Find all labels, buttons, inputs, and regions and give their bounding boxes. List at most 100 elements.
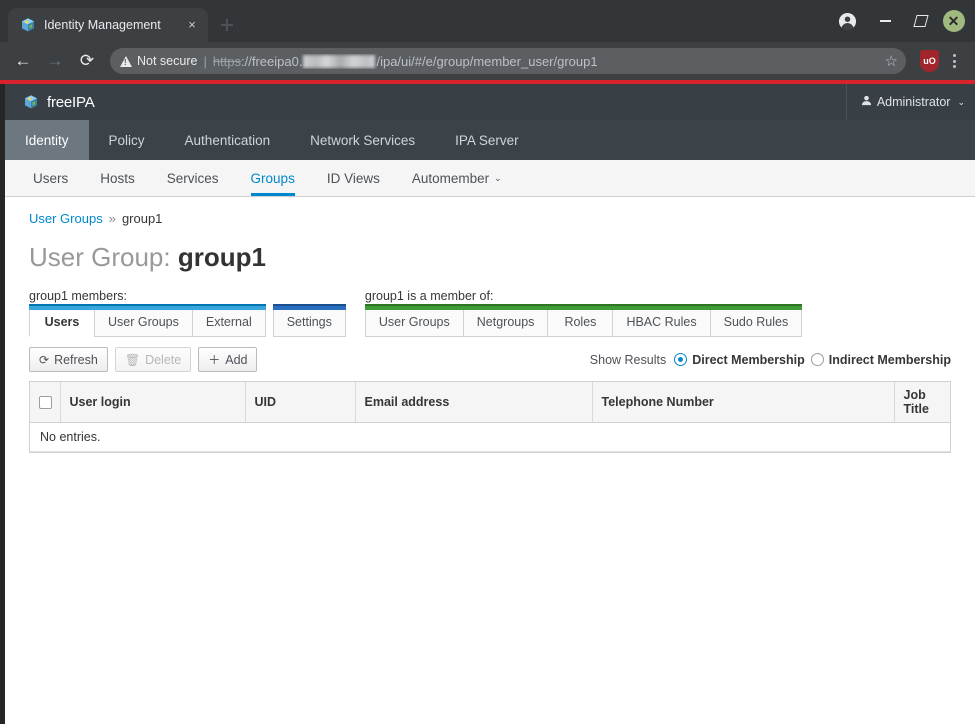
facet-tab-external[interactable]: External <box>191 304 266 337</box>
omnibox-divider: | <box>203 53 207 69</box>
refresh-icon: ⟳ <box>39 352 50 367</box>
show-results-control: Show Results Direct Membership Indirect … <box>590 353 951 367</box>
url-text: https://freeipa0. /ipa/ui/#/e/group/membe… <box>213 54 879 69</box>
facet-tab-settings[interactable]: Settings <box>272 304 347 337</box>
chevron-down-icon: ⌄ <box>957 96 965 107</box>
radio-direct-membership-input[interactable] <box>674 353 688 366</box>
url-redacted-block <box>303 54 376 68</box>
members-tabgroup: Users User Groups External <box>29 304 266 337</box>
settings-tabgroup: Settings <box>272 304 347 337</box>
user-icon <box>861 95 872 109</box>
radio-direct-membership-label: Direct Membership <box>692 352 805 367</box>
profile-avatar-icon[interactable] <box>827 0 867 42</box>
browser-tabstrip: Identity Management × ✕ <box>0 0 975 42</box>
bookmark-star-icon[interactable]: ☆ <box>885 52 900 70</box>
url-scheme: https <box>212 53 242 69</box>
new-tab-button[interactable] <box>212 11 242 39</box>
breadcrumb: User Groups » group1 <box>29 211 951 226</box>
breadcrumb-separator-icon: » <box>108 211 116 226</box>
subnav-item-id-views[interactable]: ID Views <box>311 160 396 196</box>
refresh-button[interactable]: ⟳ Refresh <box>29 347 108 372</box>
primary-nav: Identity Policy Authentication Network S… <box>5 120 975 160</box>
column-header-user-login[interactable]: User login <box>60 382 246 423</box>
nav-item-policy[interactable]: Policy <box>89 120 165 160</box>
browser-tab[interactable]: Identity Management × <box>8 8 208 42</box>
app-logo[interactable]: freeIPA <box>23 94 95 111</box>
table-empty-row: No entries. <box>30 422 950 452</box>
ublock-extension-icon[interactable]: uO <box>920 50 939 72</box>
memberof-tabgroup: User Groups Netgroups Roles HBAC Rules S… <box>364 304 803 337</box>
window-close-button[interactable]: ✕ <box>939 0 975 42</box>
members-facet-label: group1 members: <box>29 289 127 303</box>
window-maximize-button[interactable] <box>903 0 939 42</box>
facet-tab-memberof-roles[interactable]: Roles <box>547 304 614 337</box>
subnav-item-groups[interactable]: Groups <box>235 160 311 196</box>
nav-item-ipa-server[interactable]: IPA Server <box>435 120 539 160</box>
page-content: User Groups » group1 User Group: group1 … <box>5 197 975 453</box>
column-header-email-address[interactable]: Email address <box>355 382 593 423</box>
breadcrumb-link-user-groups[interactable]: User Groups <box>29 211 103 226</box>
column-header-job-title[interactable]: Job Title <box>894 382 950 423</box>
table-header-row: User login UID Email address Telephone N… <box>30 382 950 423</box>
kebab-dot <box>952 65 956 68</box>
browser-toolbar: ← → ⟳ Not secure | https://freeipa0. /ipa… <box>0 42 975 80</box>
column-header-telephone-number[interactable]: Telephone Number <box>592 382 895 423</box>
members-grid: User login UID Email address Telephone N… <box>30 382 950 452</box>
subnav-item-hosts[interactable]: Hosts <box>84 160 151 196</box>
secondary-nav: Users Hosts Services Groups ID Views Aut… <box>5 160 975 197</box>
facet-tab-users[interactable]: Users <box>29 304 95 337</box>
memberof-facet-group: group1 is a member of: User Groups Netgr… <box>364 289 803 337</box>
nav-item-network-services[interactable]: Network Services <box>290 120 435 160</box>
facet-tab-memberof-netgroups[interactable]: Netgroups <box>462 304 549 337</box>
memberof-tabrow: User Groups Netgroups Roles HBAC Rules S… <box>364 304 803 337</box>
reload-button[interactable]: ⟳ <box>72 46 102 76</box>
column-header-uid[interactable]: UID <box>245 382 356 423</box>
facet-tab-memberof-user-groups[interactable]: User Groups <box>364 304 464 337</box>
breadcrumb-current: group1 <box>121 211 163 226</box>
window-minimize-button[interactable] <box>867 0 903 42</box>
delete-button: 🗑 Delete <box>114 347 192 372</box>
radio-indirect-membership-label: Indirect Membership <box>828 352 951 367</box>
delete-button-label: Delete <box>145 352 182 367</box>
back-button[interactable]: ← <box>8 46 38 76</box>
nav-item-authentication[interactable]: Authentication <box>165 120 291 160</box>
radio-direct-membership[interactable]: Direct Membership <box>674 353 805 367</box>
table-body: No entries. <box>30 422 950 452</box>
nav-item-identity[interactable]: Identity <box>5 120 89 160</box>
browser-window: Identity Management × ✕ ← → ⟳ ! Not secu… <box>0 0 975 724</box>
subnav-item-users[interactable]: Users <box>17 160 84 196</box>
facet-tab-user-groups[interactable]: User Groups <box>94 304 193 337</box>
trash-icon: 🗑 <box>124 352 141 367</box>
table-empty-message: No entries. <box>30 422 950 452</box>
page-title-name: group1 <box>177 242 266 272</box>
security-status-label: Not secure <box>137 54 198 68</box>
members-tabrow: Users User Groups External Settings <box>29 304 347 337</box>
subnav-item-services[interactable]: Services <box>151 160 235 196</box>
window-controls: ✕ <box>827 0 975 42</box>
page-title-prefix: User Group: <box>29 242 171 272</box>
address-bar[interactable]: Not secure | https://freeipa0. /ipa/ui/#/… <box>110 48 906 74</box>
user-menu-label: Administrator <box>876 95 951 109</box>
browser-menu-button[interactable] <box>941 46 967 76</box>
select-all-checkbox[interactable] <box>39 396 52 410</box>
radio-indirect-membership[interactable]: Indirect Membership <box>810 352 951 367</box>
facet-tab-memberof-sudo-rules[interactable]: Sudo Rules <box>709 304 803 337</box>
security-status[interactable]: Not secure <box>120 54 197 68</box>
show-results-label: Show Results <box>589 352 667 367</box>
close-icon[interactable]: × <box>184 17 200 33</box>
subnav-item-automember[interactable]: Automember ⌄ <box>396 160 518 196</box>
select-all-header[interactable] <box>30 382 61 423</box>
chevron-down-icon: ⌄ <box>494 172 502 183</box>
table-header: User login UID Email address Telephone N… <box>30 382 950 423</box>
add-button[interactable]: ＋ Add <box>198 347 258 372</box>
freeipa-cube-icon <box>20 17 36 33</box>
user-menu[interactable]: Administrator ⌄ <box>845 84 965 120</box>
forward-button: → <box>46 51 64 70</box>
members-table: User login UID Email address Telephone N… <box>29 381 951 453</box>
facet-tab-memberof-hbac-rules[interactable]: HBAC Rules <box>612 304 711 337</box>
radio-indirect-membership-input[interactable] <box>810 353 824 366</box>
window-close-icon: ✕ <box>942 10 965 32</box>
facet-tabs-area: group1 members: Users User Groups Extern… <box>29 289 951 337</box>
add-button-label: Add <box>225 352 248 367</box>
freeipa-cube-icon <box>23 94 39 110</box>
